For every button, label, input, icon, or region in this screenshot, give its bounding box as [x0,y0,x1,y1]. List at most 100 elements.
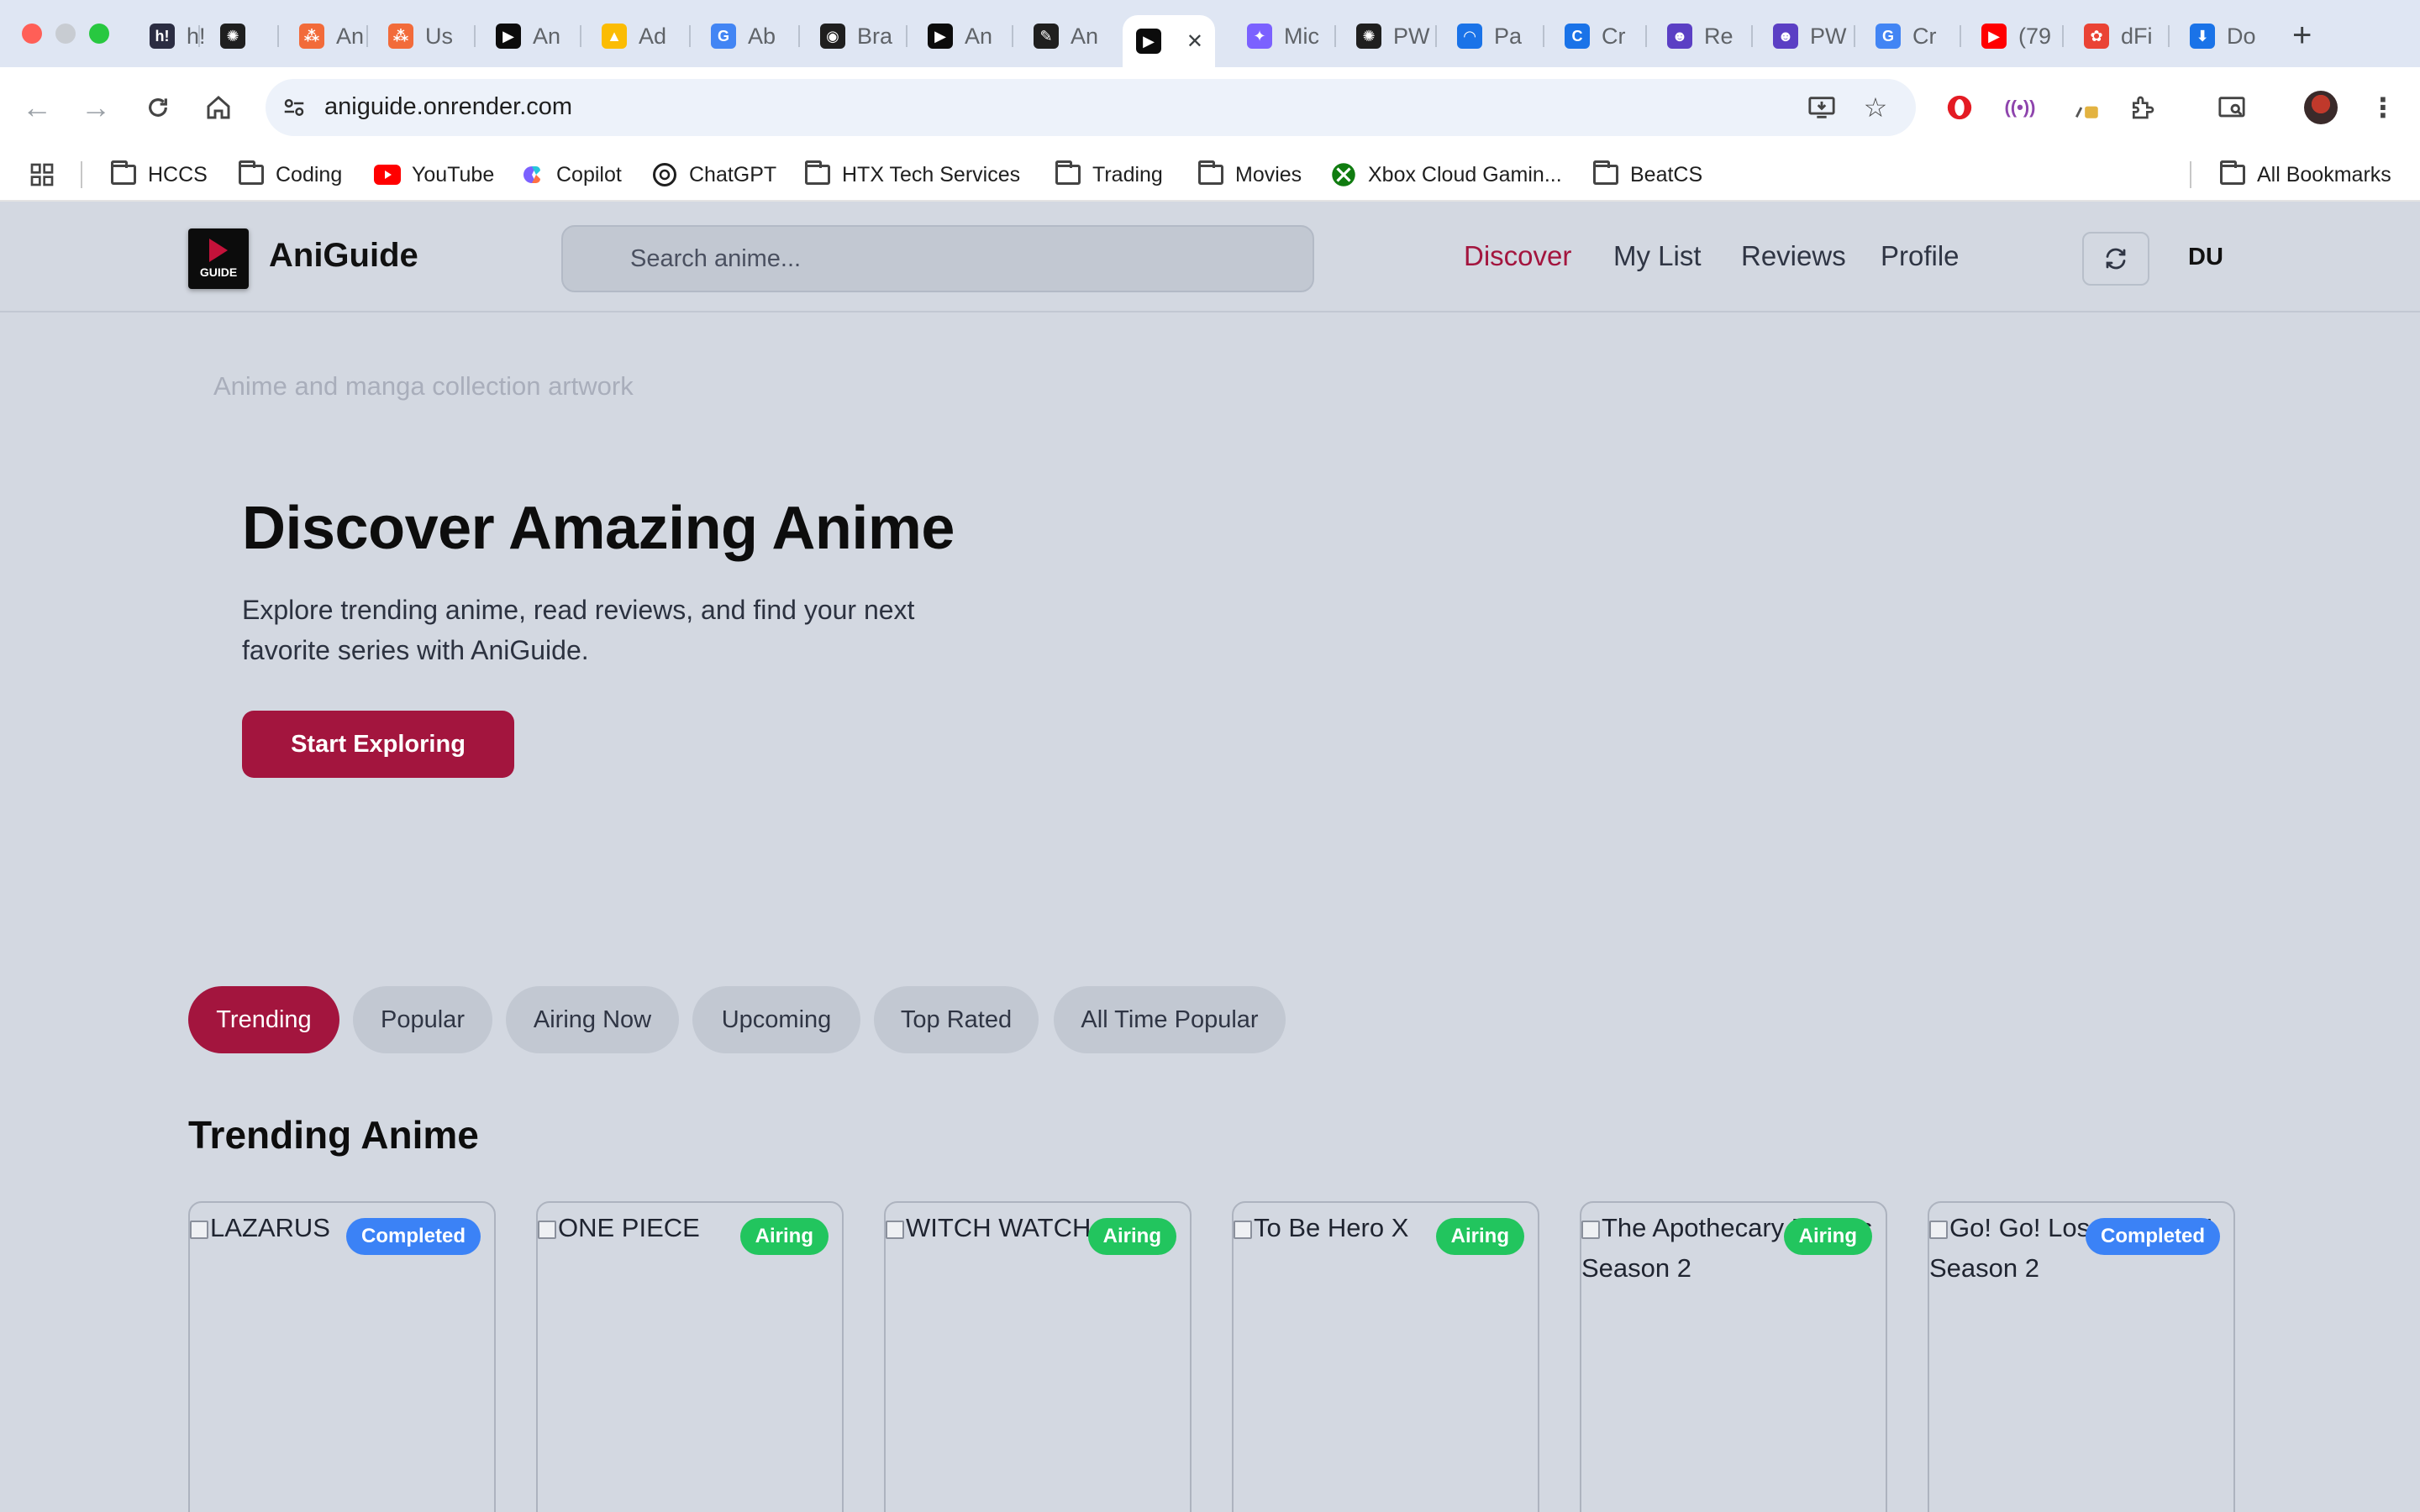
opera-extension-icon[interactable] [1939,87,1980,128]
reload-icon[interactable] [138,87,178,128]
nav-link[interactable]: Reviews [1741,240,1846,272]
browser-tab[interactable]: ▶ An [496,15,588,57]
more-menu-icon[interactable]: ⋮ [2363,87,2403,128]
filter-tab[interactable]: All Time Popular [1054,986,1286,1053]
anime-card[interactable]: LAZARUS Completed [188,1201,496,1512]
nav-link[interactable]: Discover [1464,240,1571,272]
bookmark-item[interactable]: Trading [1054,158,1163,192]
browser-tab[interactable]: ⬇ Do [2190,15,2282,57]
pen-extension-icon[interactable] [2067,87,2107,128]
browser-tab[interactable]: ✦ Mic [1247,15,1339,57]
browser-tab[interactable]: ◠ Pa [1457,15,1549,57]
folder-icon [803,160,832,186]
browser-tab[interactable]: ☻ PW [1773,15,1865,57]
browser-tab[interactable]: ▶ An [928,15,1020,57]
all-bookmarks-button[interactable]: All Bookmarks [2218,158,2391,192]
home-icon[interactable] [198,87,239,128]
apps-grid-icon[interactable] [29,158,55,192]
start-exploring-button[interactable]: Start Exploring [242,711,514,778]
browser-tab[interactable]: G Cr [1876,15,1968,57]
broken-image-icon [886,1220,904,1239]
search-box[interactable] [561,225,1314,292]
tab-search-icon[interactable] [2212,87,2252,128]
close-window-button[interactable] [22,24,42,44]
tab-favicon-icon: ▶ [496,24,521,49]
card-title: To Be Hero X [1254,1213,1409,1242]
forward-arrow-icon[interactable]: → [76,87,116,128]
hero-image-alt-text: Anime and manga collection artwork [213,371,634,401]
bookmark-label: BeatCS [1630,162,1703,186]
browser-tab[interactable]: C Cr [1565,15,1657,57]
tab-title: Cr [1912,23,1937,49]
brand-name[interactable]: AniGuide [269,237,418,275]
maximize-window-button[interactable] [89,24,109,44]
url-text[interactable]: aniguide.onrender.com [324,93,572,121]
refresh-button[interactable] [2082,232,2149,286]
bookmark-label: Coding [276,162,343,186]
user-initials-button[interactable]: DU [2188,244,2223,271]
bookmark-item[interactable]: Movies [1197,158,1302,192]
browser-tab[interactable]: G Ab [711,15,803,57]
aniguide-logo[interactable]: GUIDE [188,228,249,289]
bookmark-star-icon[interactable]: ☆ [1855,87,1896,128]
new-tab-button[interactable]: + [2292,17,2312,55]
anime-card[interactable]: ONE PIECE Airing [536,1201,844,1512]
filter-tab[interactable]: Airing Now [506,986,679,1053]
nav-link[interactable]: My List [1613,240,1702,272]
bookmark-item[interactable]: YouTube [373,158,494,192]
status-badge: Airing [739,1218,829,1255]
browser-tab[interactable]: ▲ Ad [602,15,694,57]
browser-tab[interactable]: ☻ Re [1667,15,1760,57]
hero-title: Discover Amazing Anime [242,495,955,562]
search-input[interactable] [630,245,1286,273]
play-icon [209,239,228,262]
folder-icon [237,160,266,186]
browser-tab[interactable]: ✿ dFi [2084,15,2176,57]
browser-tab[interactable]: ▶ (79 [1981,15,2074,57]
install-app-icon[interactable] [1802,87,1842,128]
broken-image-icon [1929,1220,1948,1239]
browser-tab[interactable]: ⁂ Us [388,15,481,57]
bookmark-item[interactable]: Xbox Cloud Gamin... [1329,158,1562,192]
profile-avatar[interactable] [2301,87,2341,128]
bookmark-item[interactable]: BeatCS [1591,158,1702,192]
bookmark-item[interactable]: Copilot [518,158,622,192]
youtube-icon [373,163,402,186]
browser-tab-strip: h! h! ✺ ⁂ An ⁂ Us ▶ An ▲ Ad G Ab ◉ Bra ▶ An ✎ An ▶ ✕ ✦ Mic ✺ PW ◠… [0,0,2420,67]
bookmark-item[interactable]: Coding [237,158,342,192]
minimize-window-button[interactable] [55,24,76,44]
filter-tab[interactable]: Popular [353,986,492,1053]
tab-separator [1334,25,1336,47]
bookmark-item[interactable]: HCCS [109,158,208,192]
filter-tab[interactable]: Upcoming [692,986,860,1053]
nav-link[interactable]: Profile [1881,240,1960,272]
anime-card[interactable]: To Be Hero X Airing [1232,1201,1539,1512]
tab-title: Ad [639,23,667,49]
card-image-alt: WITCH WATCH [886,1208,1091,1248]
bookmark-item[interactable]: HTX Tech Services [803,158,1020,192]
browser-tab[interactable]: ✎ An [1034,15,1126,57]
tab-separator [1543,25,1544,47]
folder-icon [1591,160,1620,186]
back-arrow-icon[interactable]: ← [17,87,57,128]
bookmark-label: Movies [1235,162,1302,186]
extensions-puzzle-icon[interactable] [2123,87,2163,128]
filter-tab[interactable]: Top Rated [874,986,1039,1053]
anime-card[interactable]: The Apothecary Diaries Season 2 Airing [1580,1201,1887,1512]
anime-card[interactable]: Go! Go! Loser Ranger! Season 2 Completed [1928,1201,2235,1512]
browser-tab[interactable]: ◉ Bra [820,15,913,57]
browser-tab[interactable]: ▶ ✕ [1123,15,1215,67]
bookmark-item[interactable]: ChatGPT [650,158,776,192]
close-tab-icon[interactable]: ✕ [1186,29,1203,54]
tab-favicon-icon: h! [150,24,175,49]
status-badge: Airing [1087,1218,1176,1255]
tab-separator [689,25,691,47]
anime-card[interactable]: WITCH WATCH Airing [884,1201,1192,1512]
broadcast-extension-icon[interactable]: ((•)) [2000,87,2040,128]
tab-separator [2168,25,2170,47]
browser-tab[interactable]: ⁂ An [299,15,392,57]
card-title: ONE PIECE [558,1213,700,1242]
site-info-icon[interactable] [277,91,311,124]
xbox-icon [1329,163,1358,186]
filter-tab[interactable]: Trending [188,986,339,1053]
